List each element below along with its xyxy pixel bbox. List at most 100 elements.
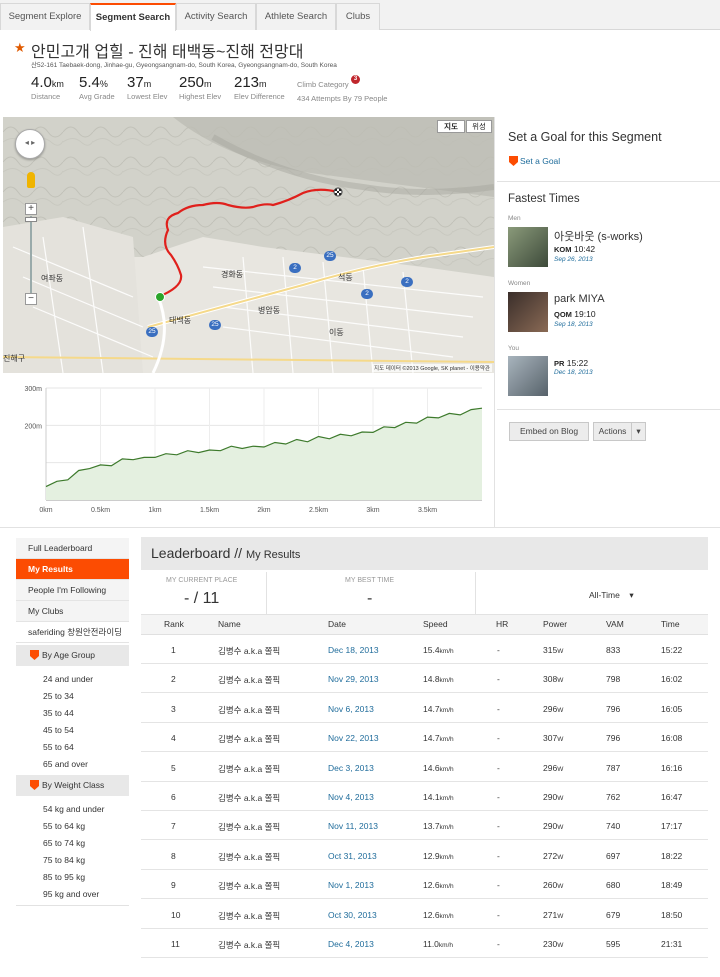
cell-hr-value: -: [497, 645, 500, 655]
weight-class-item[interactable]: 55 to 64 kg: [43, 821, 85, 831]
athlete-name[interactable]: park MIYA: [554, 293, 605, 305]
set-goal-link[interactable]: Set a Goal: [520, 156, 560, 166]
cell-speed-unit: km/h: [439, 883, 454, 890]
sidebar-item-club-saferiding[interactable]: saferiding 창원안전라이딩: [16, 622, 129, 643]
sidebar-item-full-leaderboard[interactable]: Full Leaderboard: [16, 538, 129, 559]
cell-speed-value: 12.6: [423, 910, 440, 920]
cell-hr: -: [497, 763, 500, 773]
zoom-in-button[interactable]: +: [25, 203, 37, 215]
tab-activity-search[interactable]: Activity Search: [176, 3, 256, 30]
map-type-satellite-button[interactable]: 위성: [466, 120, 492, 133]
cell-date[interactable]: Oct 30, 2013: [328, 910, 377, 920]
col-header-name[interactable]: Name: [218, 619, 241, 629]
cell-vam-value: 680: [606, 880, 621, 890]
age-group-item[interactable]: 24 and under: [43, 674, 93, 684]
zoom-slider[interactable]: [30, 216, 32, 294]
star-icon[interactable]: ★: [14, 40, 26, 56]
age-group-item[interactable]: 55 to 64: [43, 742, 74, 752]
age-group-item[interactable]: 35 to 44: [43, 708, 74, 718]
cell-name[interactable]: 김병수 a.k.a 쫄픽: [218, 880, 280, 892]
actions-dropdown-icon[interactable]: ▾: [631, 422, 646, 441]
athlete-date[interactable]: Sep 18, 2013: [554, 321, 593, 328]
cell-vam: 595: [606, 939, 620, 949]
tab-segment-search[interactable]: Segment Search: [90, 3, 176, 31]
col-header-hr[interactable]: HR: [496, 619, 508, 629]
cell-time-value: 15:22: [661, 645, 683, 655]
cell-hr-value: -: [497, 939, 500, 949]
col-header-speed[interactable]: Speed: [423, 619, 448, 629]
embed-on-blog-button[interactable]: Embed on Blog: [509, 422, 589, 441]
map-attribution[interactable]: 지도 데이터 ©2013 Google, SK planet - 이용약관: [372, 364, 492, 372]
cell-time: 16:47: [661, 792, 682, 802]
cell-hr-value: -: [497, 733, 500, 743]
athlete-date[interactable]: Sep 26, 2013: [554, 256, 593, 263]
segment-map[interactable]: ◂ ▸ + − 지도 위성 여좌동 경화동 석동 태백동 병암동 이동 진해구 …: [3, 117, 494, 373]
age-group-item[interactable]: 25 to 34: [43, 691, 74, 701]
sidebar-item-people-following[interactable]: People I'm Following: [16, 580, 129, 601]
cell-rank-value: 6: [171, 792, 176, 802]
cell-vam: 833: [606, 645, 620, 655]
col-header-rank[interactable]: Rank: [164, 619, 184, 629]
cell-date[interactable]: Nov 11, 2013: [328, 821, 378, 831]
cell-name[interactable]: 김병수 a.k.a 쫄픽: [218, 910, 280, 922]
cell-name[interactable]: 김병수 a.k.a 쫄픽: [218, 851, 280, 863]
cell-power-value: 307: [543, 733, 558, 743]
cell-name[interactable]: 김병수 a.k.a 쫄픽: [218, 733, 280, 745]
cell-date[interactable]: Dec 3, 2013: [328, 763, 374, 773]
zoom-out-button[interactable]: −: [25, 293, 37, 305]
age-group-item[interactable]: 45 to 54: [43, 725, 74, 735]
cell-date[interactable]: Nov 22, 2013: [328, 733, 379, 743]
cell-name[interactable]: 김병수 a.k.a 쫄픽: [218, 763, 280, 775]
sidebar-item-my-clubs[interactable]: My Clubs: [16, 601, 129, 622]
cell-name[interactable]: 김병수 a.k.a 쫄픽: [218, 821, 280, 833]
athlete-photo-you[interactable]: [508, 356, 548, 396]
cell-date[interactable]: Nov 4, 2013: [328, 792, 374, 802]
weight-class-item[interactable]: 85 to 95 kg: [43, 872, 85, 882]
tab-athlete-search[interactable]: Athlete Search: [256, 3, 336, 30]
athlete-rank-time: PR 15:22: [554, 358, 588, 368]
col-header-date[interactable]: Date: [328, 619, 346, 629]
cell-date[interactable]: Nov 29, 2013: [328, 674, 379, 684]
map-type-map-button[interactable]: 지도: [437, 120, 465, 133]
rank-label: QOM: [554, 310, 572, 319]
weight-class-item[interactable]: 54 kg and under: [43, 804, 104, 814]
map-label-taebaek: 태백동: [169, 316, 192, 325]
col-header-time[interactable]: Time: [661, 619, 680, 629]
cell-date[interactable]: Nov 6, 2013: [328, 704, 374, 714]
tab-segment-explore[interactable]: Segment Explore: [0, 3, 90, 30]
cell-name[interactable]: 김병수 a.k.a 쫄픽: [218, 792, 280, 804]
athlete-name[interactable]: 아웃바웃 (s-works): [554, 228, 643, 244]
weight-class-item[interactable]: 95 kg and over: [43, 889, 99, 899]
col-header-vam[interactable]: VAM: [606, 619, 624, 629]
col-header-power[interactable]: Power: [543, 619, 567, 629]
actions-button[interactable]: Actions: [593, 422, 631, 441]
sidebar-item-my-results[interactable]: My Results: [16, 559, 129, 580]
cell-rank: 3: [171, 704, 176, 714]
elevation-chart-svg: 300m 200m 0km 0.5km 1km 1.5km 2km 2.5km 3km 3.5km: [24, 386, 483, 514]
street-view-icon[interactable]: [27, 172, 35, 188]
tab-clubs[interactable]: Clubs: [336, 3, 380, 30]
goal-title: Set a Goal for this Segment: [508, 130, 662, 144]
cell-name[interactable]: 김병수 a.k.a 쫄픽: [218, 645, 280, 657]
weight-class-item[interactable]: 65 to 74 kg: [43, 838, 85, 848]
cell-rank-value: 4: [171, 733, 176, 743]
age-group-item[interactable]: 65 and over: [43, 759, 88, 769]
weight-class-item[interactable]: 75 to 84 kg: [43, 855, 85, 865]
athlete-photo-men[interactable]: [508, 227, 548, 267]
pan-control[interactable]: ◂ ▸: [15, 129, 45, 159]
athlete-photo-women[interactable]: [508, 292, 548, 332]
athlete-date[interactable]: Dec 18, 2013: [554, 369, 593, 376]
cell-date[interactable]: Dec 18, 2013: [328, 645, 379, 655]
cell-date[interactable]: Oct 31, 2013: [328, 851, 377, 861]
cell-name[interactable]: 김병수 a.k.a 쫄픽: [218, 704, 280, 716]
cell-time-value: 16:08: [661, 733, 683, 743]
cell-name-value: 김병수 a.k.a 쫄픽: [218, 764, 281, 774]
zoom-slider-handle[interactable]: [25, 217, 37, 222]
cell-name[interactable]: 김병수 a.k.a 쫄픽: [218, 939, 280, 951]
weight-class-title: By Weight Class: [42, 780, 105, 790]
athlete-rank-time: KOM 10:42: [554, 244, 595, 254]
cell-name[interactable]: 김병수 a.k.a 쫄픽: [218, 674, 280, 686]
cell-date[interactable]: Dec 4, 2013: [328, 939, 374, 949]
time-filter-select[interactable]: All-Time ▾: [589, 590, 634, 601]
cell-date[interactable]: Nov 1, 2013: [328, 880, 374, 890]
